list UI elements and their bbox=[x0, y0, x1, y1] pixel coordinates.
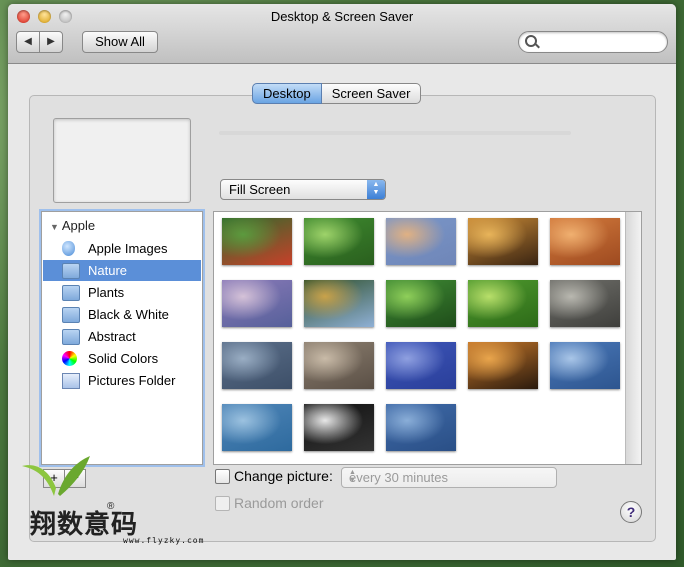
search-field[interactable] bbox=[518, 31, 668, 53]
add-folder-button[interactable]: + bbox=[43, 469, 65, 488]
source-list: ▼ Apple Apple Images Nature Plants Black… bbox=[41, 211, 203, 465]
source-item-black-white[interactable]: Black & White bbox=[43, 304, 201, 325]
folder-icon bbox=[62, 307, 80, 323]
source-item-abstract[interactable]: Abstract bbox=[43, 326, 201, 347]
random-order-checkbox bbox=[215, 496, 230, 511]
source-item-label: Nature bbox=[88, 263, 128, 278]
thumbnail-grid bbox=[213, 211, 642, 465]
source-item-label: Solid Colors bbox=[88, 351, 159, 366]
tab-desktop[interactable]: Desktop bbox=[252, 83, 322, 104]
remove-folder-button[interactable]: − bbox=[65, 469, 86, 488]
chevron-right-icon: ▶ bbox=[47, 36, 55, 47]
wallpaper-thumbnail-blue-grey-dunes[interactable] bbox=[222, 342, 292, 389]
wallpaper-thumbnail-tiger-fur[interactable] bbox=[468, 342, 538, 389]
forward-button[interactable]: ▶ bbox=[39, 31, 63, 53]
fill-mode-value: Fill Screen bbox=[229, 182, 291, 197]
wallpaper-thumbnail-golden-pavilion[interactable] bbox=[304, 280, 374, 327]
tab-screen-saver[interactable]: Screen Saver bbox=[321, 83, 422, 104]
popup-arrows-icon: ▲ ▼ bbox=[367, 180, 385, 199]
source-item-apple-images[interactable]: Apple Images bbox=[43, 238, 201, 259]
source-item-label: Pictures Folder bbox=[88, 373, 176, 388]
source-group-apple[interactable]: ▼ Apple bbox=[50, 218, 95, 233]
wallpaper-thumbnail-ladybugs-on-leaves[interactable] bbox=[222, 218, 292, 265]
source-item-label: Black & White bbox=[88, 307, 169, 322]
chevron-left-icon: ◀ bbox=[24, 36, 32, 47]
search-input[interactable] bbox=[541, 34, 665, 50]
pictures-folder-icon bbox=[62, 373, 80, 389]
help-button[interactable]: ? bbox=[620, 501, 642, 523]
disclosure-triangle-icon[interactable]: ▼ bbox=[50, 222, 59, 232]
change-picture-label[interactable]: Change picture: bbox=[234, 468, 333, 484]
wallpaper-thumbnail-purple-dunes[interactable] bbox=[222, 280, 292, 327]
popup-arrows-icon: ▲ ▼ bbox=[349, 469, 356, 484]
wallpaper-thumbnail-green-dew-drop[interactable] bbox=[304, 218, 374, 265]
wallpaper-thumbnail-zen-garden-stones[interactable] bbox=[550, 280, 620, 327]
change-picture-checkbox[interactable] bbox=[215, 469, 230, 484]
wallpaper-thumbnail-blue-lake[interactable] bbox=[550, 342, 620, 389]
folder-icon bbox=[62, 285, 80, 301]
folder-icon bbox=[62, 263, 80, 279]
apple-icon bbox=[62, 241, 75, 256]
source-item-solid-colors[interactable]: Solid Colors bbox=[43, 348, 201, 369]
preferences-window: Desktop & Screen Saver ◀ ▶ Show All Desk… bbox=[8, 4, 676, 560]
random-order-label: Random order bbox=[234, 495, 324, 511]
wallpaper-thumbnail-ladybug-on-stem[interactable] bbox=[386, 280, 456, 327]
source-item-plants[interactable]: Plants bbox=[43, 282, 201, 303]
wallpaper-thumbnail-blue-sand-spiral[interactable] bbox=[386, 404, 456, 451]
fill-mode-popup[interactable]: Fill Screen ▲ ▼ bbox=[220, 179, 386, 200]
show-all-button[interactable]: Show All bbox=[82, 31, 158, 53]
back-button[interactable]: ◀ bbox=[16, 31, 40, 53]
folder-icon bbox=[62, 329, 80, 345]
wallpaper-thumbnail-blue-ripples[interactable] bbox=[386, 342, 456, 389]
thumbnail-scrollbar[interactable] bbox=[625, 212, 641, 464]
picture-name-bar bbox=[219, 131, 571, 135]
search-icon bbox=[525, 35, 537, 47]
wallpaper-thumbnail-misty-sea[interactable] bbox=[222, 404, 292, 451]
title-bar: Desktop & Screen Saver ◀ ▶ Show All bbox=[8, 4, 676, 64]
source-item-label: Plants bbox=[88, 285, 125, 300]
source-item-label: Apple Images bbox=[88, 241, 168, 256]
wallpaper-thumbnail-ladybug-on-leaf[interactable] bbox=[468, 280, 538, 327]
tab-switcher: Desktop Screen Saver bbox=[252, 83, 422, 104]
wallpaper-thumbnail-sandstone-waves[interactable] bbox=[550, 218, 620, 265]
color-wheel-icon bbox=[62, 351, 77, 366]
wallpaper-thumbnail-sunset-water[interactable] bbox=[386, 218, 456, 265]
wallpaper-thumbnail-leopard-fur[interactable] bbox=[468, 218, 538, 265]
source-group-label: Apple bbox=[61, 218, 96, 233]
source-item-label: Abstract bbox=[88, 329, 136, 344]
source-item-pictures-folder[interactable]: Pictures Folder bbox=[43, 370, 201, 391]
change-interval-popup: every 30 minutes ▲ ▼ bbox=[341, 467, 557, 488]
window-title: Desktop & Screen Saver bbox=[270, 9, 414, 24]
wallpaper-thumbnail-river-pebbles[interactable] bbox=[304, 342, 374, 389]
source-item-nature[interactable]: Nature bbox=[43, 260, 201, 281]
source-list-controls: + − bbox=[43, 469, 86, 488]
desktop-preview bbox=[53, 118, 191, 203]
wallpaper-thumbnail-zebra-stripes[interactable] bbox=[304, 404, 374, 451]
